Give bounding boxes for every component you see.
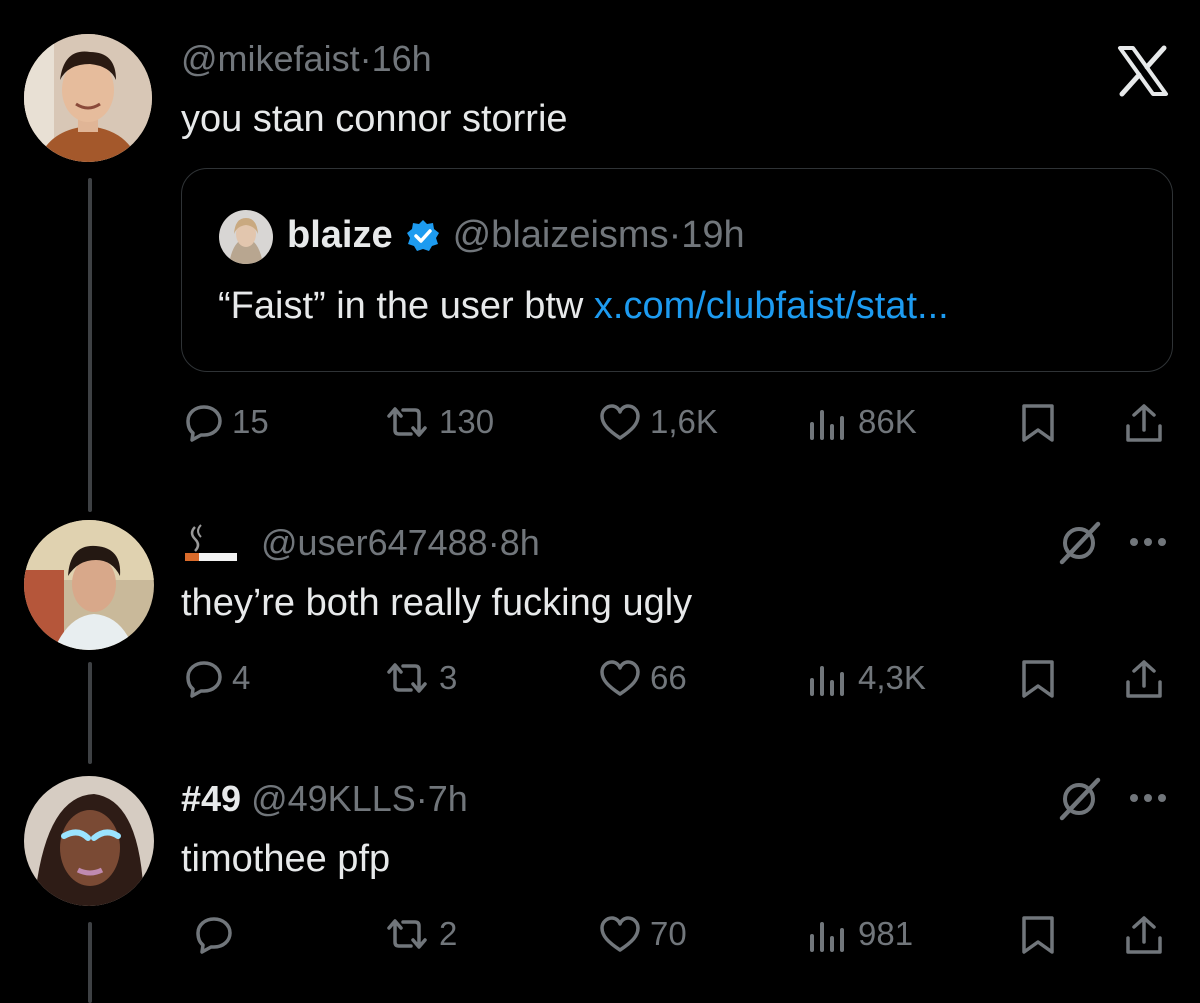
reply-text: timothee pfp [181, 838, 391, 880]
quote-author-handle[interactable]: @blaizeisms [453, 214, 669, 257]
reply-icon [196, 917, 232, 954]
quoted-post[interactable] [181, 168, 1173, 372]
share-button[interactable] [1122, 658, 1166, 700]
views-count: 981 [858, 915, 914, 952]
share-icon [1126, 916, 1162, 954]
views-count: 4,3K [858, 659, 926, 696]
quote-time[interactable]: 19h [681, 214, 744, 257]
separator-dot: · [415, 778, 428, 819]
like-count: 1,6K [650, 403, 718, 440]
analytics-icon [810, 410, 844, 440]
repost-button[interactable]: 130 [383, 402, 494, 442]
thread-line [88, 178, 92, 512]
grok-icon[interactable] [1054, 518, 1104, 568]
share-button[interactable] [1122, 402, 1166, 444]
reply-button[interactable] [194, 914, 242, 954]
reply-handle[interactable]: @user647488 [261, 522, 488, 564]
share-icon [1126, 404, 1162, 442]
post-text: you stan connor storrie [181, 98, 568, 140]
quote-author-name[interactable]: blaize [287, 214, 393, 257]
cigarette-emoji-icon [181, 523, 241, 563]
reply-button[interactable]: 4 [184, 658, 250, 698]
like-button[interactable]: 66 [598, 658, 687, 698]
views-button[interactable]: 86K [806, 402, 917, 442]
like-button[interactable]: 1,6K [598, 402, 718, 442]
analytics-icon [810, 922, 844, 952]
heart-icon [600, 660, 640, 696]
repost-count: 3 [439, 659, 458, 696]
views-count: 86K [858, 403, 917, 440]
quote-text: “Faist” in the user btw [218, 285, 584, 327]
views-button[interactable]: 981 [806, 914, 913, 954]
thread-line [88, 922, 92, 1003]
verified-badge-icon [405, 218, 441, 254]
reply-time[interactable]: 7h [428, 778, 468, 819]
bookmark-button[interactable] [1018, 402, 1058, 444]
reply-meta: #49 @49KLLS·7h [181, 778, 468, 820]
thread-line [88, 662, 92, 764]
reply-icon [186, 405, 222, 442]
repost-button[interactable]: 2 [383, 914, 457, 954]
quote-avatar[interactable] [219, 210, 273, 264]
views-button[interactable]: 4,3K [806, 658, 926, 698]
avatar[interactable] [24, 776, 154, 906]
avatar[interactable] [24, 34, 152, 162]
share-button[interactable] [1122, 914, 1166, 956]
separator-dot: · [487, 522, 500, 563]
post-meta: @mikefaist·16h [181, 38, 432, 80]
reply-text: they’re both really fucking ugly [181, 582, 693, 624]
avatar[interactable] [24, 520, 154, 650]
like-count: 70 [650, 915, 687, 952]
reply-meta: @user647488 · 8h [181, 522, 540, 564]
reply-icon [186, 661, 222, 698]
repost-count: 2 [439, 915, 458, 952]
heart-icon [600, 404, 640, 440]
repost-button[interactable]: 3 [383, 658, 457, 698]
author-handle[interactable]: @mikefaist [181, 38, 360, 79]
bookmark-icon [1022, 660, 1054, 698]
post-time[interactable]: 16h [372, 38, 432, 79]
reply-count: 15 [232, 403, 269, 440]
more-options-icon[interactable] [1126, 534, 1170, 550]
bookmark-icon [1022, 404, 1054, 442]
bookmark-icon [1022, 916, 1054, 954]
reply-button[interactable]: 15 [184, 402, 269, 442]
repost-count: 130 [439, 403, 495, 440]
like-count: 66 [650, 659, 687, 696]
quote-text-line: “Faist” in the user btw x.com/clubfaist/… [218, 285, 949, 328]
separator-dot: · [668, 214, 682, 256]
bookmark-button[interactable] [1018, 658, 1058, 700]
repost-icon [387, 663, 427, 693]
heart-icon [600, 916, 640, 952]
x-logo-icon[interactable] [1116, 44, 1170, 98]
repost-icon [387, 407, 427, 437]
share-icon [1126, 660, 1162, 698]
more-options-icon[interactable] [1126, 790, 1170, 806]
bookmark-button[interactable] [1018, 914, 1058, 956]
separator-dot: · [359, 38, 372, 79]
like-button[interactable]: 70 [598, 914, 687, 954]
reply-time[interactable]: 8h [500, 522, 540, 564]
quote-link[interactable]: x.com/clubfaist/stat... [594, 285, 949, 327]
quote-meta: blaize @blaizeisms · 19h [287, 214, 745, 257]
grok-icon[interactable] [1054, 774, 1104, 824]
reply-handle[interactable]: @49KLLS [251, 778, 416, 819]
reply-author-name[interactable]: #49 [181, 778, 241, 819]
analytics-icon [810, 666, 844, 696]
repost-icon [387, 919, 427, 949]
reply-count: 4 [232, 659, 251, 696]
